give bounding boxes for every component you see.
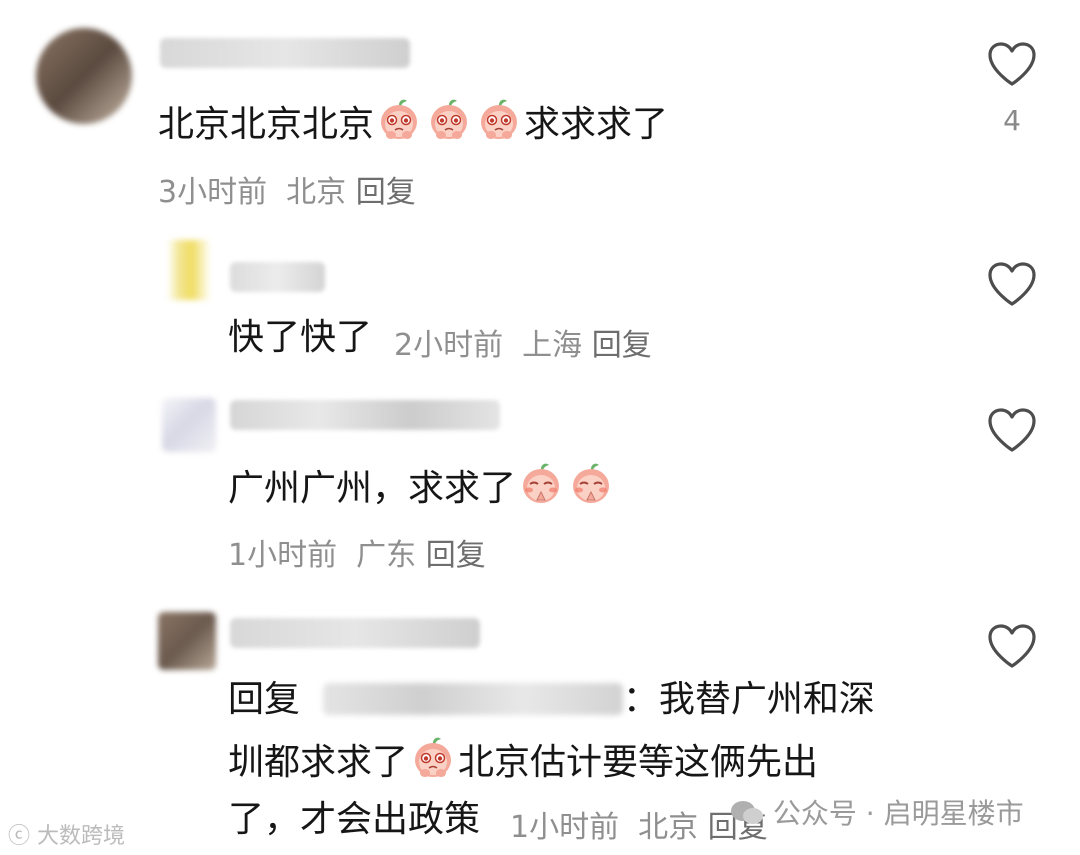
heart-outline-icon[interactable] — [986, 260, 1038, 308]
praying-peach-emoji — [518, 460, 564, 506]
colon: ： — [622, 679, 659, 720]
comment-text-after: 求求求了 — [524, 104, 669, 145]
comment-meta: 2小时前 上海 回复 — [394, 320, 652, 364]
watermark-left: ⓒ 大数跨境 — [8, 818, 125, 850]
watermark-right-text: 公众号 · 启明星楼市 — [772, 797, 1024, 830]
avatar[interactable] — [36, 28, 132, 124]
heart-outline-icon[interactable] — [986, 622, 1038, 670]
comment-text: 北京北京北京 求求求了 — [158, 96, 668, 151]
comment-time: 1小时前 — [228, 538, 338, 573]
username-blurred[interactable] — [230, 400, 500, 430]
comment-line-2-before: 圳都求求了 — [228, 742, 409, 783]
username-blurred[interactable] — [230, 618, 480, 648]
heart-outline-icon[interactable] — [986, 40, 1038, 88]
reply-prefix: 回复 — [228, 679, 301, 720]
comment-text-main: 广州广州，求求了 — [228, 468, 517, 509]
comment-time: 1小时前 — [510, 810, 620, 845]
avatar[interactable] — [162, 398, 216, 452]
comment-text-before: 北京北京北京 — [158, 104, 375, 145]
comment-meta: 3小时前 北京 回复 — [158, 167, 416, 211]
pleading-peach-emoji — [376, 96, 422, 142]
comment-time: 2小时前 — [394, 328, 504, 363]
comment-line-1: 我替广州和深 — [658, 679, 875, 720]
comment-location: 上海 — [522, 328, 583, 363]
comment-text: 快了快了 — [228, 317, 373, 358]
praying-peach-emoji — [568, 460, 614, 506]
comment-text: 广州广州，求求了 — [228, 460, 616, 515]
like-count: 4 — [1003, 104, 1021, 137]
comment-meta: 1小时前 广东 回复 — [228, 530, 486, 574]
comment-text-line-2: 圳都求求了 北京估计要等这俩先出 — [228, 734, 818, 789]
comment-text-line-1: 回复 ：我替广州和深 — [228, 674, 875, 726]
watermark-right: 公众号 · 启明星楼市 — [730, 792, 1024, 832]
reply-button[interactable]: 回复 — [426, 538, 486, 573]
avatar[interactable] — [158, 612, 216, 670]
comment-line-2-after: 北京估计要等这俩先出 — [458, 742, 819, 783]
comment-location: 广东 — [356, 538, 417, 573]
comment-location: 北京 — [638, 810, 699, 845]
pleading-peach-emoji — [476, 96, 522, 142]
avatar[interactable] — [162, 240, 216, 300]
comment-time: 3小时前 — [158, 175, 268, 210]
username-blurred[interactable] — [160, 38, 410, 68]
comment-location: 北京 — [286, 175, 347, 210]
wechat-icon — [731, 801, 763, 824]
pleading-peach-emoji — [410, 734, 456, 780]
username-blurred[interactable] — [230, 262, 325, 292]
reply-button[interactable]: 回复 — [592, 328, 652, 363]
watermark-logo-icon: ⓒ — [8, 824, 31, 849]
pleading-peach-emoji — [426, 96, 472, 142]
comment-text-line-3: 了，才会出政策 — [228, 799, 481, 840]
reply-button[interactable]: 回复 — [356, 175, 416, 210]
mentioned-user-blurred[interactable] — [322, 683, 623, 715]
watermark-left-text: 大数跨境 — [37, 824, 126, 849]
heart-outline-icon[interactable] — [986, 406, 1038, 454]
